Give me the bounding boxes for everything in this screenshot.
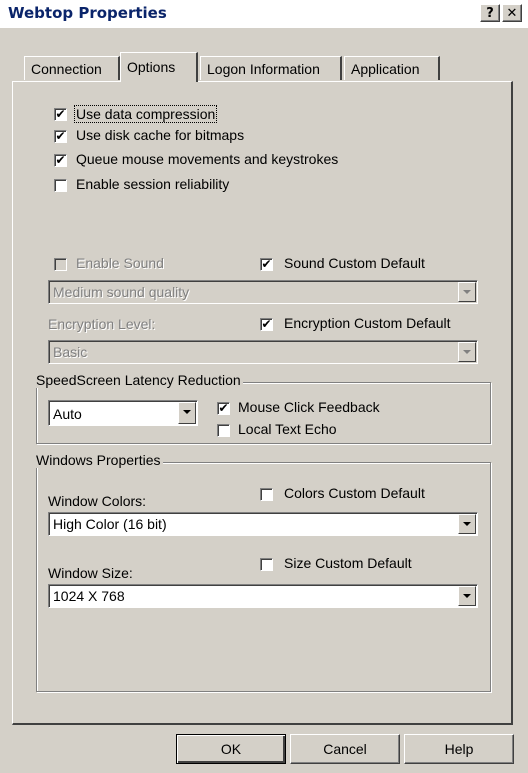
window-size-value: 1024 X 768 [53,588,125,604]
chevron-down-icon[interactable] [458,282,476,302]
size-custom-default-checkbox[interactable] [260,558,273,571]
window-colors-value: High Color (16 bit) [53,516,167,532]
encryption-level-label: Encryption Level: [48,316,156,332]
colors-custom-default-checkbox[interactable] [260,488,273,501]
help-button[interactable]: Help [404,734,514,764]
mouse-click-feedback-checkbox[interactable]: ✔ [217,402,230,415]
tab-application[interactable]: Application [344,56,440,80]
queue-mouse-checkbox[interactable]: ✔ [54,154,67,167]
window-size-select[interactable]: 1024 X 768 [48,584,478,608]
queue-mouse-label: Queue mouse movements and keystrokes [76,151,339,167]
size-custom-default-label: Size Custom Default [284,555,412,571]
ok-button[interactable]: OK [176,734,286,764]
window-colors-select[interactable]: High Color (16 bit) [48,512,478,536]
window-title: Webtop Properties [8,4,167,22]
session-reliability-label: Enable session reliability [76,176,230,192]
chevron-down-icon[interactable] [458,586,476,606]
encryption-custom-default-label: Encryption Custom Default [284,315,451,331]
colors-custom-default-label: Colors Custom Default [284,485,425,501]
data-compression-label: Use data compression [74,105,218,123]
window-size-label: Window Size: [48,565,133,581]
chevron-down-icon[interactable] [458,514,476,534]
data-compression-checkbox[interactable]: ✔ [54,108,67,121]
tab-options[interactable]: Options [120,52,198,82]
close-icon[interactable]: ✕ [502,4,522,22]
chevron-down-icon[interactable] [178,402,196,424]
encryption-level-value: Basic [53,344,88,360]
speedscreen-mode-select[interactable]: Auto [48,400,198,426]
enable-sound-label: Enable Sound [76,255,164,271]
windows-properties-legend: Windows Properties [34,452,163,468]
disk-cache-checkbox[interactable]: ✔ [54,130,67,143]
cancel-button[interactable]: Cancel [290,734,400,764]
sound-custom-default-label: Sound Custom Default [284,255,425,271]
speedscreen-mode-value: Auto [53,406,82,422]
encryption-level-select[interactable]: Basic [48,340,478,364]
session-reliability-checkbox[interactable] [54,179,67,192]
title-bar: Webtop Properties ? ✕ [0,0,528,28]
sound-quality-value: Medium sound quality [53,284,190,300]
window-colors-label: Window Colors: [48,493,147,509]
encryption-custom-default-checkbox[interactable]: ✔ [260,318,273,331]
tab-connection[interactable]: Connection [24,56,120,80]
chevron-down-icon[interactable] [458,342,476,362]
enable-sound-checkbox[interactable] [54,258,67,271]
mouse-click-feedback-label: Mouse Click Feedback [238,399,380,415]
help-title-button[interactable]: ? [480,4,500,22]
sound-quality-select[interactable]: Medium sound quality [48,280,478,304]
local-text-echo-label: Local Text Echo [238,421,337,437]
speedscreen-legend: SpeedScreen Latency Reduction [34,372,243,388]
disk-cache-label: Use disk cache for bitmaps [76,127,245,143]
sound-custom-default-checkbox[interactable]: ✔ [260,258,273,271]
local-text-echo-checkbox[interactable] [217,424,230,437]
tab-logon-information[interactable]: Logon Information [200,56,342,80]
